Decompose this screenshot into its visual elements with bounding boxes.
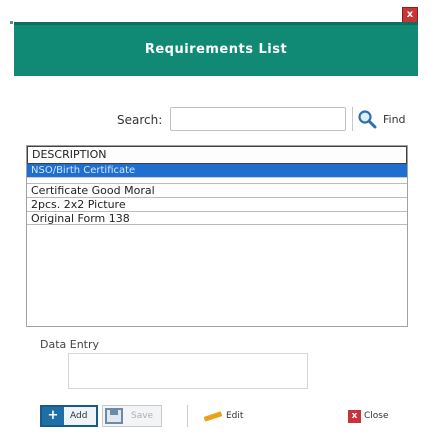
action-toolbar: + Add Save Edit x Close xyxy=(40,405,415,429)
add-icon: + xyxy=(42,407,64,425)
find-button[interactable]: Find xyxy=(352,107,412,131)
list-item-selected[interactable]: NSO/Birth Certificate xyxy=(27,164,407,177)
magnifier-icon xyxy=(358,110,377,129)
requirements-window: x Requirements List Search: Find DESCRIP… xyxy=(10,5,420,445)
data-entry-label: Data Entry xyxy=(40,338,100,351)
search-row: Search: Find xyxy=(14,105,418,133)
requirements-list[interactable]: DESCRIPTION NSO/Birth Certificate Certif… xyxy=(26,145,408,327)
list-item[interactable]: Original Form 138 xyxy=(27,211,407,225)
page-title: Requirements List xyxy=(14,22,418,76)
list-items: Certificate Good Moral 2pcs. 2x2 Picture… xyxy=(27,183,407,225)
search-input[interactable] xyxy=(170,107,346,131)
column-header-description[interactable]: DESCRIPTION xyxy=(27,146,407,164)
close-label: Close xyxy=(364,411,389,421)
save-button[interactable]: Save xyxy=(102,405,162,427)
add-label: Add xyxy=(70,411,88,421)
close-icon: x xyxy=(348,409,361,423)
close-button[interactable]: x Close xyxy=(340,405,394,427)
edit-label: Edit xyxy=(226,411,244,421)
search-label: Search: xyxy=(117,113,163,127)
list-item[interactable]: Certificate Good Moral xyxy=(27,183,407,197)
floppy-disk-icon xyxy=(105,408,123,424)
window-grip xyxy=(10,21,13,24)
save-label: Save xyxy=(131,411,154,421)
add-button[interactable]: + Add xyxy=(40,405,98,427)
window-close-icon[interactable]: x xyxy=(402,7,418,23)
pencil-icon xyxy=(203,411,223,422)
edit-button[interactable]: Edit xyxy=(187,405,253,427)
data-entry-field[interactable] xyxy=(68,353,308,389)
title-bar: x xyxy=(10,5,420,24)
list-item[interactable]: 2pcs. 2x2 Picture xyxy=(27,197,407,211)
find-label: Find xyxy=(383,112,406,126)
